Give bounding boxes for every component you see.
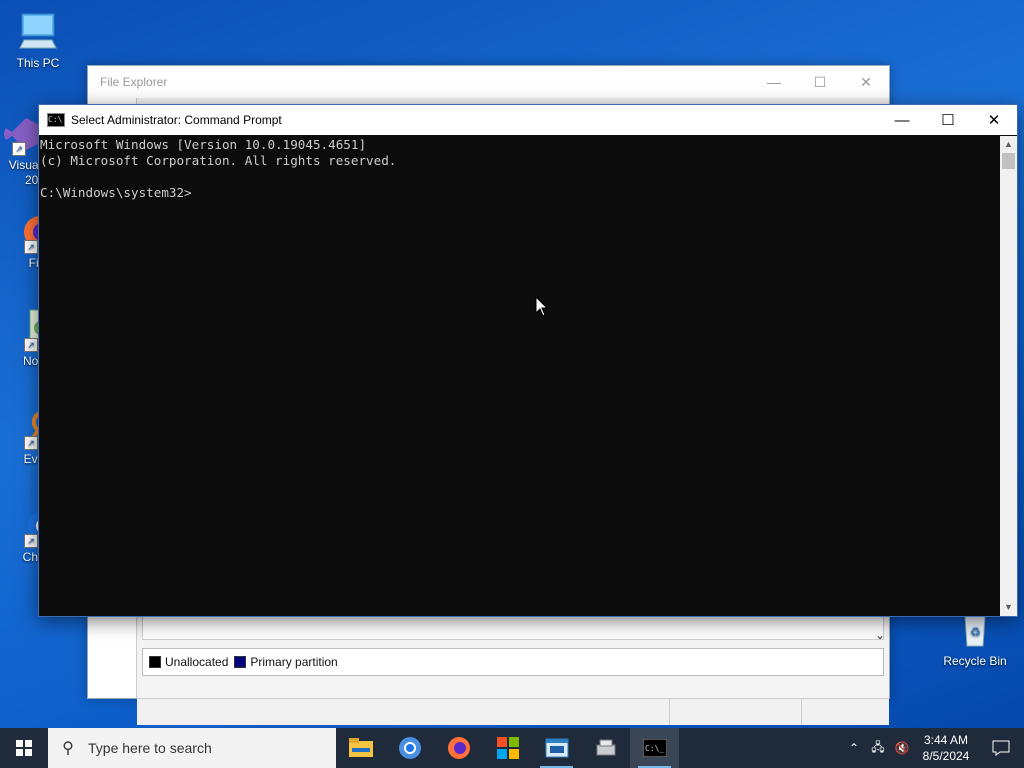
this-pc-icon bbox=[16, 10, 60, 54]
search-icon: ⚲ bbox=[62, 740, 74, 757]
network-icon[interactable]: 🖧 bbox=[866, 738, 890, 759]
notifications-button[interactable] bbox=[978, 740, 1024, 756]
taskbar-disk-management[interactable] bbox=[532, 728, 581, 768]
taskbar-search-box[interactable]: ⚲ Type here to search bbox=[48, 728, 336, 768]
close-button[interactable]: ✕ bbox=[971, 104, 1017, 136]
legend-swatch-unallocated bbox=[149, 656, 161, 668]
chrome-icon bbox=[398, 737, 421, 759]
volume-muted-icon[interactable]: 🔇 bbox=[890, 741, 914, 755]
scrollbar-thumb[interactable] bbox=[1002, 153, 1015, 169]
shortcut-arrow-icon: ↗ bbox=[24, 436, 38, 450]
chevron-up-icon[interactable]: ⌃ bbox=[842, 741, 866, 755]
system-tray: ⌃ 🖧 🔇 3:44 AM 8/5/2024 bbox=[842, 728, 1024, 768]
taskbar-store[interactable] bbox=[483, 728, 532, 768]
status-bar bbox=[137, 698, 889, 725]
explorer-titlebar[interactable]: File Explorer — ☐ ✕ bbox=[88, 66, 889, 98]
maximize-button[interactable]: ☐ bbox=[797, 66, 843, 98]
desktop-icon-label: Recycle Bin bbox=[943, 654, 1007, 668]
window-title: File Explorer bbox=[100, 75, 168, 89]
svg-text:♻: ♻ bbox=[970, 625, 981, 639]
chevron-down-icon[interactable]: ⌄ bbox=[875, 628, 885, 642]
server-manager-icon bbox=[596, 739, 615, 756]
clock-date: 8/5/2024 bbox=[922, 749, 970, 763]
desktop-icon-label: This PC bbox=[16, 56, 60, 70]
console-output[interactable]: Microsoft Windows [Version 10.0.19045.46… bbox=[39, 136, 1000, 616]
taskbar-firefox[interactable] bbox=[434, 728, 483, 768]
search-placeholder: Type here to search bbox=[88, 740, 212, 756]
clock-time: 3:44 AM bbox=[923, 733, 969, 747]
console-prompt: C:\Windows\system32> bbox=[40, 185, 192, 200]
console-line: (c) Microsoft Corporation. All rights re… bbox=[40, 153, 397, 168]
minimize-button[interactable]: — bbox=[751, 66, 797, 98]
close-button[interactable]: ✕ bbox=[843, 66, 889, 98]
shortcut-arrow-icon: ↗ bbox=[24, 240, 38, 254]
vertical-scrollbar[interactable]: ▲ ▼ bbox=[1000, 136, 1017, 616]
cmd-titlebar[interactable]: C:\ Select Administrator: Command Prompt… bbox=[39, 105, 1017, 135]
svg-text:C:\_: C:\_ bbox=[645, 744, 664, 753]
notification-icon bbox=[992, 740, 1010, 756]
firefox-icon bbox=[447, 737, 470, 759]
command-prompt-icon: C:\_ bbox=[642, 739, 667, 757]
legend-label-primary: Primary partition bbox=[250, 655, 338, 669]
clock[interactable]: 3:44 AM 8/5/2024 bbox=[914, 732, 978, 764]
partition-legend: Unallocated Primary partition bbox=[142, 648, 884, 676]
legend-label-unallocated: Unallocated bbox=[165, 655, 229, 669]
windows-logo-icon bbox=[16, 740, 32, 756]
command-prompt-icon: C:\ bbox=[47, 113, 65, 127]
taskbar-server-manager[interactable] bbox=[581, 728, 630, 768]
window-title: Select Administrator: Command Prompt bbox=[71, 113, 282, 127]
legend-swatch-primary bbox=[234, 656, 247, 668]
scroll-up-arrow-icon[interactable]: ▲ bbox=[1000, 136, 1017, 153]
console-line: Microsoft Windows [Version 10.0.19045.46… bbox=[40, 137, 367, 152]
command-prompt-window[interactable]: C:\ Select Administrator: Command Prompt… bbox=[38, 104, 1018, 617]
shortcut-arrow-icon: ↗ bbox=[12, 142, 26, 156]
scroll-down-arrow-icon[interactable]: ▼ bbox=[1000, 599, 1017, 616]
taskbar: ⚲ Type here to search C:\_ ⌃ 🖧 🔇 3:44 AM… bbox=[0, 728, 1024, 768]
start-button[interactable] bbox=[0, 728, 48, 768]
taskbar-file-explorer[interactable] bbox=[336, 728, 385, 768]
file-explorer-icon bbox=[348, 738, 373, 757]
taskbar-command-prompt[interactable]: C:\_ bbox=[630, 728, 679, 768]
desktop-icon-recycle-bin[interactable]: ♻ Recycle Bin bbox=[937, 608, 1013, 668]
disk-management-icon bbox=[545, 738, 568, 758]
minimize-button[interactable]: — bbox=[879, 104, 925, 136]
taskbar-chrome[interactable] bbox=[385, 728, 434, 768]
store-icon bbox=[496, 737, 519, 759]
shortcut-arrow-icon: ↗ bbox=[24, 338, 38, 352]
maximize-button[interactable]: ☐ bbox=[925, 104, 971, 136]
shortcut-arrow-icon: ↗ bbox=[24, 534, 38, 548]
visual-studio-icon: ↗ bbox=[0, 112, 42, 156]
desktop-icon-this-pc[interactable]: This PC bbox=[0, 10, 76, 70]
